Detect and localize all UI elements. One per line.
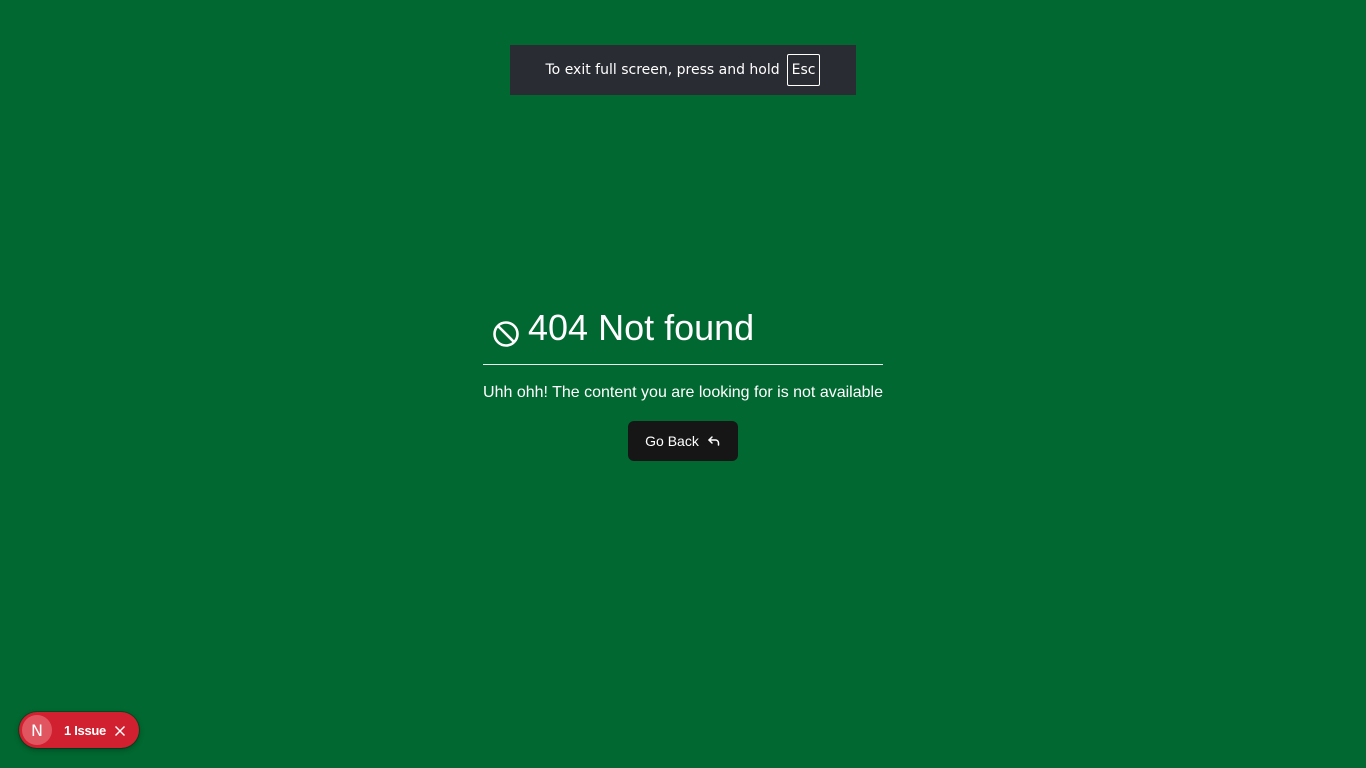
divider [483,364,883,365]
fullscreen-notice: To exit full screen, press and hold Esc [510,45,856,95]
esc-key-hint: Esc [786,54,821,86]
go-back-button[interactable]: Go Back [628,421,738,461]
page-title: 404 Not found [528,307,755,348]
next-logo-icon[interactable]: N [22,715,52,745]
issues-badge[interactable]: N 1 Issue [19,712,139,748]
issues-count-label[interactable]: 1 Issue [64,723,106,738]
ban-icon [492,314,520,347]
back-arrow-icon [707,434,721,448]
not-found-heading: 404 Not found [483,306,883,350]
fullscreen-notice-text: To exit full screen, press and hold [545,62,780,78]
close-icon[interactable] [114,724,126,736]
not-found-panel: 404 Not found Uhh ohh! The content you a… [483,306,883,403]
go-back-label: Go Back [645,433,699,449]
not-found-message: Uhh ohh! The content you are looking for… [483,384,883,401]
